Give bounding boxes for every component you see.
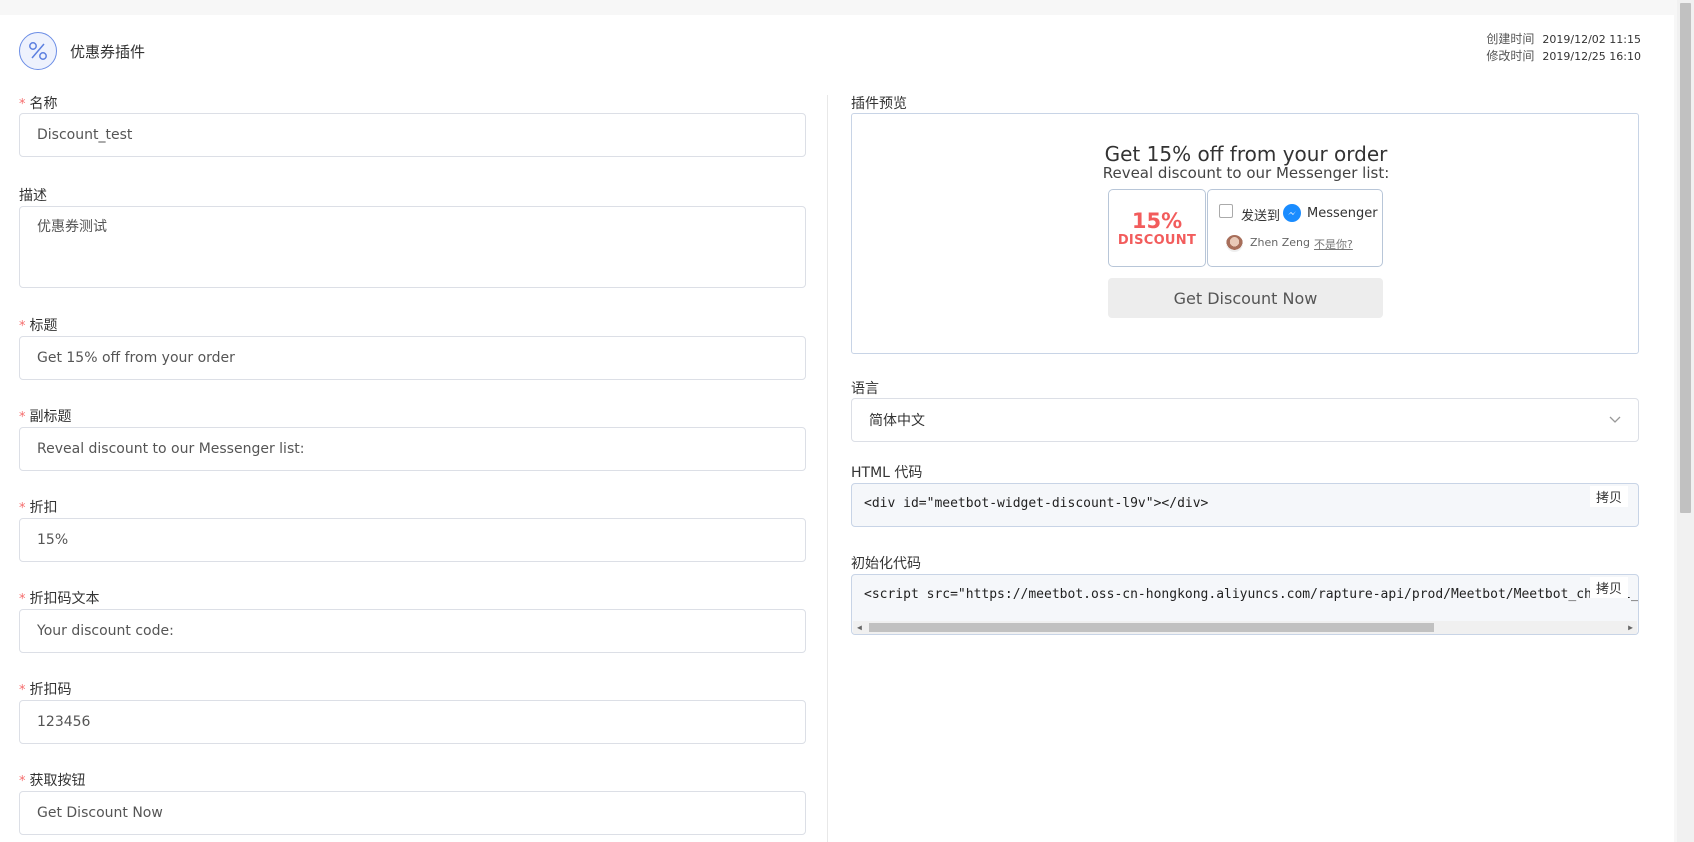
init-code-text: <script src="https://meetbot.oss-cn-hong…	[864, 587, 1639, 602]
discount-badge: 15% DISCOUNT	[1108, 189, 1206, 267]
scroll-left-icon[interactable]: ◀	[857, 623, 862, 632]
preview-subtitle: Reveal discount to our Messenger list:	[1102, 164, 1390, 182]
copy-html-button[interactable]: 拷贝	[1589, 486, 1628, 507]
messenger-label: Messenger	[1307, 206, 1378, 221]
scrollbar-thumb[interactable]	[1680, 3, 1691, 513]
discount-input[interactable]: 15%	[19, 518, 806, 562]
html-code-box[interactable]: <div id="meetbot-widget-discount-l9v"></…	[851, 483, 1639, 527]
language-label: 语言	[851, 381, 879, 397]
init-code-box[interactable]: <script src="https://meetbot.oss-cn-hong…	[851, 574, 1639, 635]
code-label: * 折扣码	[19, 682, 72, 698]
plugin-card: 优惠券插件 创建时间 2019/12/02 11:15 修改时间 2019/12…	[0, 15, 1674, 842]
description-textarea[interactable]: 优惠券测试	[19, 206, 806, 288]
title-label: * 标题	[19, 318, 58, 334]
badge-text: DISCOUNT	[1117, 232, 1197, 248]
user-name: Zhen Zeng	[1250, 236, 1311, 249]
vertical-scrollbar[interactable]	[1677, 0, 1694, 842]
name-input[interactable]: Discount_test	[19, 113, 806, 157]
modified-value: 2019/12/25 16:10	[1542, 50, 1641, 63]
subtitle-input[interactable]: Reveal discount to our Messenger list:	[19, 427, 806, 471]
subtitle-label: * 副标题	[19, 409, 72, 425]
language-select[interactable]: 简体中文	[851, 398, 1639, 442]
init-code-label: 初始化代码	[851, 556, 921, 572]
chevron-down-icon	[1609, 412, 1621, 428]
badge-percent: 15%	[1131, 208, 1183, 233]
discount-label: * 折扣	[19, 500, 58, 516]
title-input[interactable]: Get 15% off from your order	[19, 336, 806, 380]
created-label: 创建时间	[1486, 32, 1535, 46]
messenger-optin: 发送到 Messenger Zhen Zeng 不是你?	[1207, 189, 1383, 267]
html-code-label: HTML 代码	[851, 465, 923, 481]
html-code-text: <div id="meetbot-widget-discount-l9v"></…	[864, 496, 1209, 511]
horizontal-scrollbar[interactable]: ◀ ▶	[853, 621, 1637, 634]
modified-label: 修改时间	[1486, 49, 1535, 63]
messenger-icon	[1283, 204, 1301, 222]
avatar	[1226, 235, 1243, 252]
button-label: * 获取按钮	[19, 773, 86, 789]
language-value: 简体中文	[869, 413, 925, 429]
percent-icon	[19, 32, 57, 70]
timestamps: 创建时间 2019/12/02 11:15 修改时间 2019/12/25 16…	[1486, 31, 1641, 65]
preview-title: Get 15% off from your order	[1104, 142, 1388, 166]
name-label: * 名称	[19, 96, 58, 112]
button-text-input[interactable]: Get Discount Now	[19, 791, 806, 835]
page-title: 优惠券插件	[70, 43, 146, 61]
copy-init-button[interactable]: 拷贝	[1589, 577, 1628, 598]
created-value: 2019/12/02 11:15	[1542, 33, 1641, 46]
column-divider	[827, 95, 828, 842]
code-text-label: * 折扣码文本	[19, 591, 100, 607]
get-discount-button[interactable]: Get Discount Now	[1108, 278, 1383, 318]
description-label: 描述	[19, 188, 47, 204]
send-to-label: 发送到	[1241, 209, 1281, 224]
send-to-checkbox[interactable]	[1219, 204, 1233, 218]
preview-label: 插件预览	[851, 96, 907, 112]
code-input[interactable]: 123456	[19, 700, 806, 744]
scrollbar-thumb[interactable]	[869, 623, 1434, 632]
code-text-input[interactable]: Your discount code:	[19, 609, 806, 653]
scroll-right-icon[interactable]: ▶	[1628, 623, 1633, 632]
widget-preview: Get 15% off from your order Reveal disco…	[851, 113, 1639, 354]
not-you-link[interactable]: 不是你?	[1314, 236, 1353, 252]
